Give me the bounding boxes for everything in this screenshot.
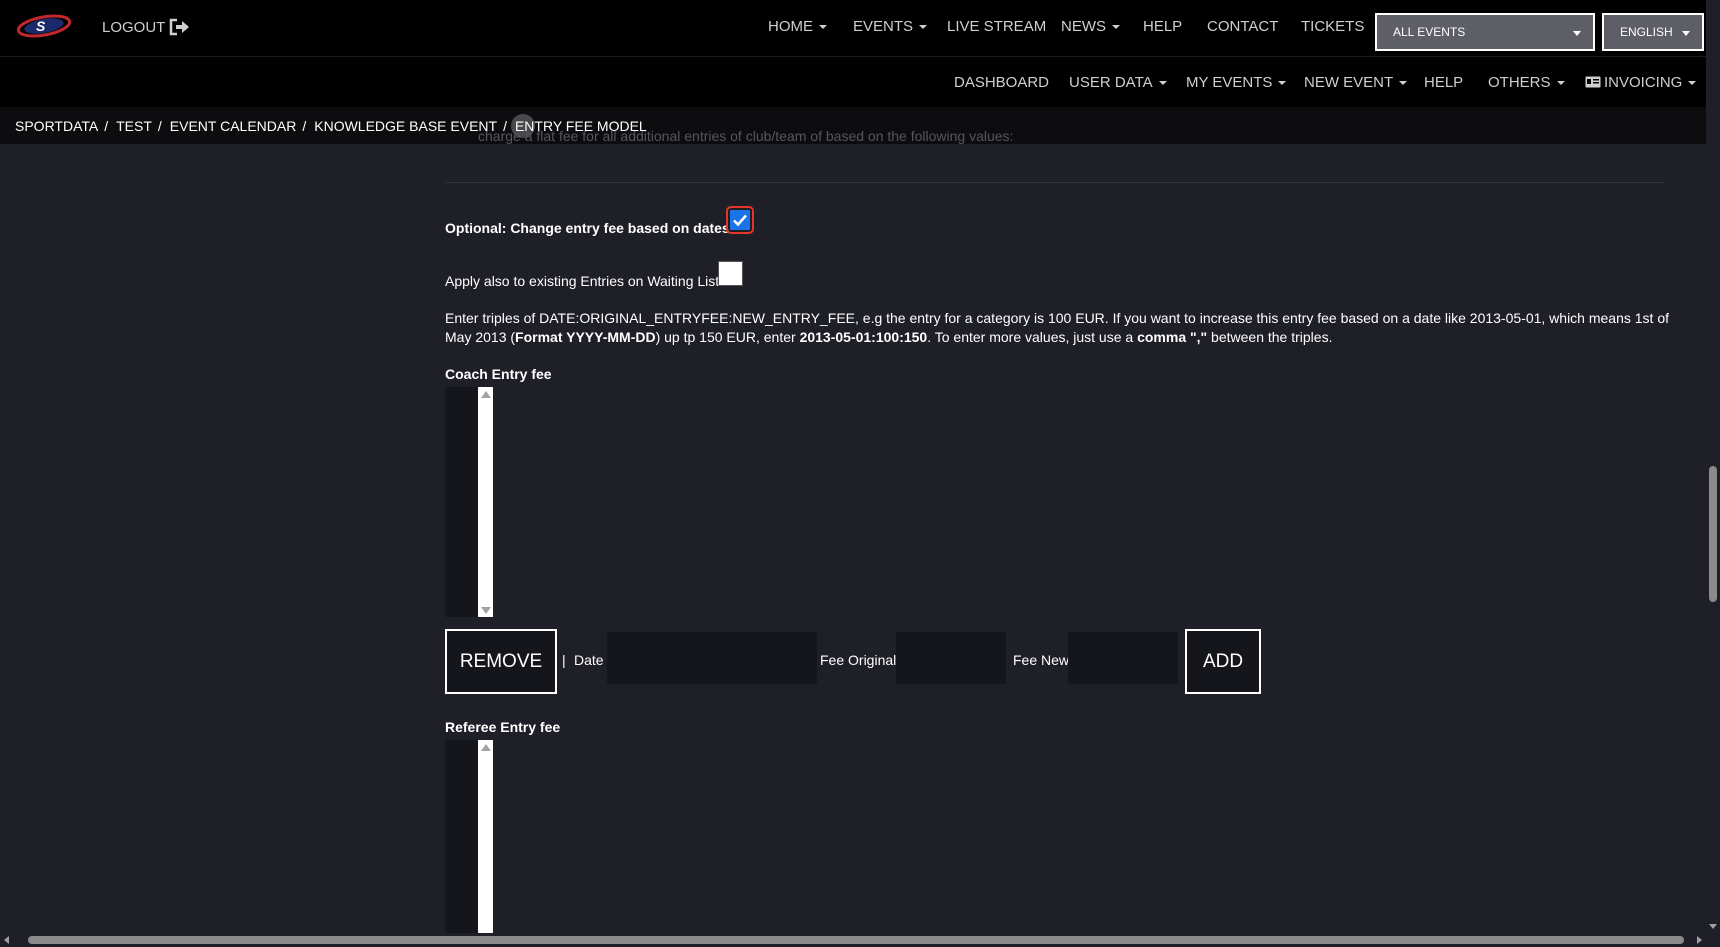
logout-label: LOGOUT xyxy=(102,18,166,36)
subnav-help[interactable]: HELP xyxy=(1424,74,1463,91)
scroll-right-icon[interactable] xyxy=(1697,936,1702,944)
nav-tickets[interactable]: TICKETS xyxy=(1301,18,1364,35)
scroll-down-icon[interactable] xyxy=(1709,924,1717,929)
optional-date-fee-checkbox[interactable] xyxy=(726,206,754,234)
subnav-others[interactable]: OTHERS xyxy=(1488,74,1565,91)
subnav-my-events[interactable]: MY EVENTS xyxy=(1186,74,1287,91)
breadcrumb-knowledge-base-event[interactable]: KNOWLEDGE BASE EVENT xyxy=(314,118,497,134)
fee-new-label: Fee New xyxy=(1013,652,1070,668)
breadcrumb-separator: / xyxy=(157,118,162,134)
sportdata-logo[interactable]: S xyxy=(14,12,74,40)
caret-down-icon xyxy=(1112,25,1120,30)
field-separator: | xyxy=(562,652,566,668)
caret-down-icon xyxy=(1399,81,1408,86)
svg-text:S: S xyxy=(36,18,46,34)
caret-down-icon xyxy=(1688,81,1697,86)
optional-date-fee-label: Optional: Change entry fee based on date… xyxy=(445,220,730,236)
nav-home-label: HOME xyxy=(768,18,813,35)
scroll-down-icon[interactable] xyxy=(481,607,491,614)
page-vertical-scrollbar[interactable] xyxy=(1706,0,1720,933)
add-button[interactable]: ADD xyxy=(1185,629,1261,694)
page-horizontal-scrollbar[interactable] xyxy=(0,933,1720,947)
nav-tickets-label: TICKETS xyxy=(1301,18,1365,35)
waiting-list-label: Apply also to existing Entries on Waitin… xyxy=(445,273,720,289)
date-input[interactable] xyxy=(607,632,817,684)
fee-original-input[interactable] xyxy=(896,632,1006,684)
subnav-others-label: OTHERS xyxy=(1488,74,1551,91)
sign-out-icon xyxy=(170,18,190,36)
nav-live-stream-label: LIVE STREAM xyxy=(947,18,1047,35)
breadcrumb-test[interactable]: TEST xyxy=(116,118,152,134)
horizontal-scroll-thumb[interactable] xyxy=(28,936,1684,944)
language-select-value: ENGLISH xyxy=(1620,25,1673,39)
instructions-text: ) up tp 150 EUR, enter xyxy=(655,329,800,345)
subnav-dashboard[interactable]: DASHBOARD xyxy=(954,74,1049,91)
subnav-my-events-label: MY EVENTS xyxy=(1186,74,1273,91)
date-fee-instructions: Enter triples of DATE:ORIGINAL_ENTRYFEE:… xyxy=(445,309,1670,347)
subnav-dashboard-label: DASHBOARD xyxy=(954,74,1050,91)
coach-entry-fee-title: Coach Entry fee xyxy=(445,366,552,382)
top-navbar: S LOGOUT HOME EVENTS LIVE STREAM NEWS HE… xyxy=(0,0,1720,57)
faded-section-text: charge a flat fee for all additional ent… xyxy=(478,128,1014,144)
events-select[interactable]: ALL EVENTS xyxy=(1375,13,1595,51)
caret-down-icon xyxy=(1573,31,1581,36)
caret-down-icon xyxy=(1556,81,1565,86)
referee-fee-listbox[interactable] xyxy=(445,740,493,933)
nav-help-label: HELP xyxy=(1143,18,1183,35)
subnav-new-event[interactable]: NEW EVENT xyxy=(1304,74,1408,91)
caret-down-icon xyxy=(919,25,928,30)
nav-contact-label: CONTACT xyxy=(1207,18,1279,35)
caret-down-icon xyxy=(1682,31,1690,36)
nav-events-label: EVENTS xyxy=(853,18,914,35)
nav-home[interactable]: HOME xyxy=(768,18,827,35)
fee-original-label: Fee Original xyxy=(820,652,897,668)
date-label: Date xyxy=(574,652,604,668)
instructions-comma: comma "," xyxy=(1137,329,1208,345)
instructions-format: Format YYYY-MM-DD xyxy=(515,329,656,345)
nav-events[interactable]: EVENTS xyxy=(853,18,928,35)
language-select[interactable]: ENGLISH xyxy=(1602,13,1704,51)
nav-news-label: NEWS xyxy=(1061,18,1106,35)
checkmark-icon xyxy=(733,214,747,227)
nav-live-stream[interactable]: LIVE STREAM xyxy=(947,18,1046,35)
id-card-icon xyxy=(1585,76,1601,88)
listbox-scrollbar[interactable] xyxy=(478,387,493,617)
sub-navbar: DASHBOARD USER DATA MY EVENTS NEW EVENT … xyxy=(0,57,1720,107)
subnav-user-data-label: USER DATA xyxy=(1069,74,1153,91)
scroll-up-icon[interactable] xyxy=(481,744,491,751)
nav-news[interactable]: NEWS xyxy=(1061,18,1120,35)
instructions-text: between the triples. xyxy=(1207,329,1333,345)
caret-down-icon xyxy=(819,25,827,30)
subnav-help-label: HELP xyxy=(1424,74,1464,91)
instructions-text: . To enter more values, just use a xyxy=(927,329,1138,345)
fee-new-input[interactable] xyxy=(1068,632,1178,684)
nav-contact[interactable]: CONTACT xyxy=(1207,18,1278,35)
listbox-scrollbar[interactable] xyxy=(478,740,493,933)
waiting-list-checkbox[interactable] xyxy=(718,261,743,286)
referee-entry-fee-title: Referee Entry fee xyxy=(445,719,561,735)
events-select-value: ALL EVENTS xyxy=(1393,25,1466,39)
subnav-invoicing-label: INVOICING xyxy=(1604,74,1683,91)
scroll-left-icon[interactable] xyxy=(4,936,9,944)
subnav-invoicing[interactable]: INVOICING xyxy=(1585,74,1697,91)
breadcrumb-sportdata[interactable]: SPORTDATA xyxy=(15,118,98,134)
caret-down-icon xyxy=(1158,81,1167,86)
vertical-scroll-thumb[interactable] xyxy=(1709,466,1717,602)
coach-fee-listbox[interactable] xyxy=(445,387,493,617)
remove-button[interactable]: REMOVE xyxy=(445,629,557,694)
breadcrumb-separator: / xyxy=(302,118,307,134)
nav-help[interactable]: HELP xyxy=(1143,18,1182,35)
instructions-example: 2013-05-01:100:150 xyxy=(799,329,928,345)
breadcrumb-separator: / xyxy=(104,118,109,134)
subnav-user-data[interactable]: USER DATA xyxy=(1069,74,1167,91)
scroll-up-icon[interactable] xyxy=(481,391,491,398)
caret-down-icon xyxy=(1278,81,1287,86)
breadcrumb-event-calendar[interactable]: EVENT CALENDAR xyxy=(170,118,297,134)
logout-button[interactable]: LOGOUT xyxy=(102,18,191,36)
subnav-new-event-label: NEW EVENT xyxy=(1304,74,1394,91)
section-divider xyxy=(445,182,1665,183)
